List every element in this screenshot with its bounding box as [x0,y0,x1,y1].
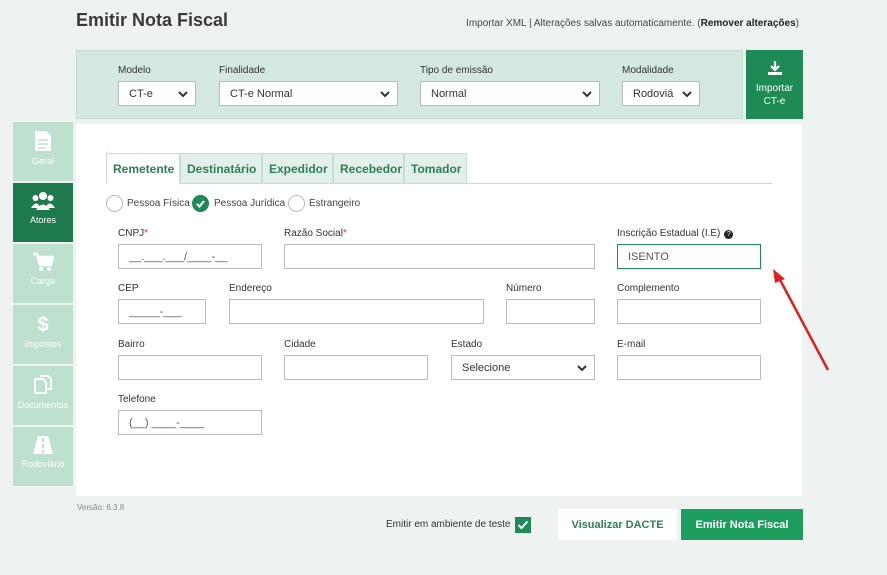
users-icon [31,192,55,210]
road-icon [33,436,53,454]
check-icon [517,520,529,530]
document-icon [35,131,51,151]
email-input[interactable] [617,355,761,380]
ie-label: Inscrição Estadual (I.E)? [617,228,734,239]
chevron-down-icon [577,365,587,372]
complemento-input[interactable] [617,299,761,324]
page-title: Emitir Nota Fiscal [76,10,229,30]
cep-label: CEP [118,283,139,294]
actor-tabs: Remetente Destinatário Expedidor Recebed… [106,153,772,184]
documents-icon [34,375,52,394]
tipo-emissao-select[interactable]: Normal [420,81,600,106]
dollar-icon: $ [37,314,48,335]
test-env-label: Emitir em ambiente de teste [386,519,511,530]
sidebar-item-geral[interactable]: Geral [13,122,73,181]
sidebar-item-carga[interactable]: Carga [13,244,73,303]
chevron-down-icon [582,91,592,98]
test-env-checkbox[interactable] [515,517,531,533]
cart-icon [33,252,54,271]
endereco-input[interactable] [229,299,484,324]
estado-label: Estado [451,339,483,350]
tab-destinatario[interactable]: Destinatário [180,153,262,184]
radio-circle-checked [192,195,209,212]
sidebar-item-rodoviario[interactable]: Rodoviário [13,427,73,486]
ie-input[interactable]: ISENTO [617,244,761,269]
radio-circle [106,195,123,212]
cnpj-input[interactable]: __.___.___/____-__ [118,244,262,269]
tipo-emissao-label: Tipo de emissão [420,65,493,76]
chevron-down-icon [682,91,692,98]
cidade-label: Cidade [284,339,316,350]
email-label: E-mail [617,339,646,350]
svg-text:$: $ [37,314,48,335]
estado-select[interactable]: Selecione [451,355,595,380]
preview-dacte-button[interactable]: Visualizar DACTE [558,509,677,540]
numero-input[interactable] [506,299,595,324]
telefone-label: Telefone [118,394,156,405]
download-icon [767,61,782,75]
version-text: Versão: 6.3.8 [77,503,125,512]
emit-invoice-button[interactable]: Emitir Nota Fiscal [681,509,803,540]
remove-changes-link[interactable]: Remover alterações [701,18,796,29]
sidebar-item-documentos[interactable]: Documentos [13,366,73,425]
tab-expedidor[interactable]: Expedidor [262,153,333,184]
help-icon[interactable]: ? [724,230,734,239]
check-icon [196,200,205,208]
modalidade-select[interactable]: Rodoviá [622,81,700,106]
finalidade-select[interactable]: CT-e Normal [219,81,398,106]
radio-circle [288,195,305,212]
modalidade-label: Modalidade [622,65,674,76]
sidebar-item-atores[interactable]: Atores [13,183,73,242]
razao-social-input[interactable] [284,244,595,269]
modelo-label: Modelo [118,65,151,76]
complemento-label: Complemento [617,283,680,294]
telefone-input[interactable]: (__) ____-____ [118,410,262,435]
sidebar-item-impostos[interactable]: $ Impostos [13,305,73,364]
annotation-arrow-icon [773,269,830,371]
cep-input[interactable]: _____-___ [118,299,206,324]
bairro-input[interactable] [118,355,262,380]
cidade-input[interactable] [284,355,428,380]
endereco-label: Endereço [229,283,272,294]
sidebar: Geral Atores Carga $ Impostos Documentos… [13,122,73,488]
form-card: Remetente Destinatário Expedidor Recebed… [76,124,802,496]
numero-label: Número [506,283,542,294]
document-options-bar: Modelo CT-e Finalidade CT-e Normal Tipo … [76,50,743,119]
modelo-select[interactable]: CT-e [118,81,196,106]
razao-social-label: Razão Social* [284,228,347,239]
tab-remetente[interactable]: Remetente [106,153,180,184]
cnpj-label: CNPJ* [118,228,149,239]
finalidade-label: Finalidade [219,65,266,76]
chevron-down-icon [178,91,188,98]
chevron-down-icon [380,91,390,98]
header-info: Importar XML | Alterações salvas automat… [466,18,799,29]
tab-recebedor[interactable]: Recebedor [333,153,404,184]
tab-tomador[interactable]: Tomador [404,153,467,184]
bairro-label: Bairro [118,339,145,350]
import-cte-button[interactable]: Importar CT-e [746,50,803,119]
